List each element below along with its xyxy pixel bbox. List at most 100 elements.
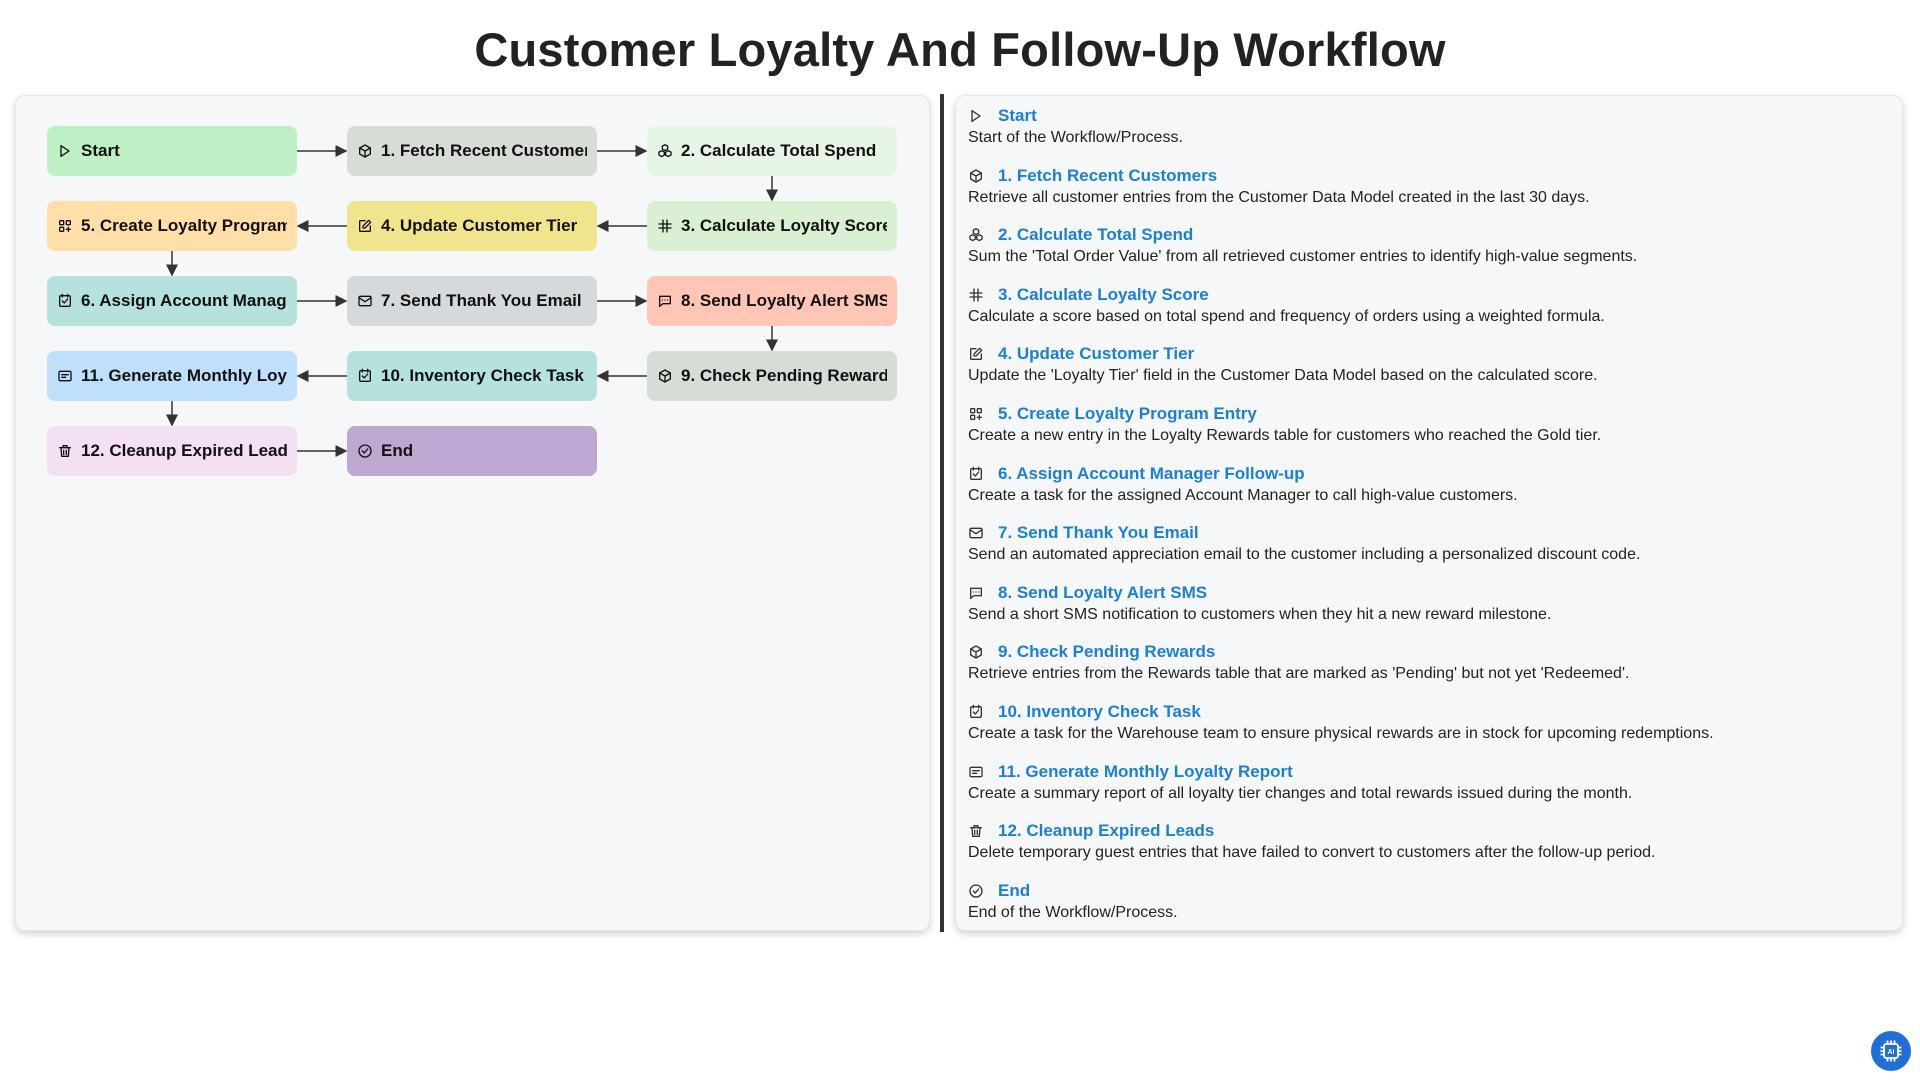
page-title: Customer Loyalty And Follow-Up Workflow [474,23,1446,76]
trash-icon [57,443,73,459]
node-label: 10. Inventory Check Task [381,366,584,385]
step-title[interactable]: 4. Update Customer Tier [998,344,1194,364]
step-item: 1. Fetch Recent Customers Retrieve all cu… [968,166,1888,208]
step-item: 11. Generate Monthly Loyalty Report Creat… [968,762,1888,804]
grid-icon [57,218,73,234]
step-header: End [968,881,1888,901]
step-header: 9. Check Pending Rewards [968,642,1888,662]
step-description: End of the Workflow/Process. [968,903,1178,921]
ai-badge-button[interactable]: AI [1871,1031,1911,1071]
step-title[interactable]: 7. Send Thank You Email [998,523,1199,543]
node-label: 11. Generate Monthly Loyalty Report [81,366,287,385]
hash-icon [657,218,673,234]
node-step-1[interactable]: 1. Fetch Recent Customers [347,126,597,176]
mail-icon [968,525,984,541]
node-step-2[interactable]: 2. Calculate Total Spend [647,126,897,176]
step-header: 3. Calculate Loyalty Score [968,285,1888,305]
node-end[interactable]: End [347,426,597,476]
node-step-4[interactable]: 4. Update Customer Tier [347,201,597,251]
grid-icon [968,406,984,422]
step-description: Start of the Workflow/Process. [968,129,1183,146]
step-title[interactable]: 5. Create Loyalty Program Entry [998,404,1257,424]
step-title[interactable]: 12. Cleanup Expired Leads [998,821,1214,841]
step-header: 11. Generate Monthly Loyalty Report [968,762,1888,782]
step-description: Retrieve all customer entries from the C… [968,188,1590,206]
step-header: 10. Inventory Check Task [968,702,1888,722]
step-title[interactable]: 9. Check Pending Rewards [998,642,1215,662]
node-step-6[interactable]: 6. Assign Account Manager Follow-up [47,276,297,326]
step-description: Create a task for the assigned Account M… [968,486,1518,504]
step-item: 7. Send Thank You Email Send an automated… [968,523,1888,565]
node-label: End [381,441,414,460]
check-square-icon [357,368,373,384]
step-description: Update the 'Loyalty Tier' field in the C… [968,367,1598,385]
step-title[interactable]: 6. Assign Account Manager Follow-up [998,464,1305,484]
node-step-5[interactable]: 5. Create Loyalty Program Entry [47,201,297,251]
step-header: 6. Assign Account Manager Follow-up [968,464,1888,484]
message-icon [968,585,984,601]
step-item: 3. Calculate Loyalty Score Calculate a sc… [968,285,1888,327]
check-circle-icon [968,883,984,899]
node-step-10[interactable]: 10. Inventory Check Task [347,351,597,401]
edit-icon [968,346,984,362]
step-item: 8. Send Loyalty Alert SMS Send a short SM… [968,583,1888,625]
node-label: 5. Create Loyalty Program Entry [81,216,287,235]
step-header: Start [968,106,1888,126]
cube-icon [968,644,984,660]
step-description: Delete temporary guest entries that have… [968,844,1656,862]
trash-icon [968,823,984,839]
node-label: 8. Send Loyalty Alert SMS [681,291,887,310]
step-item: 12. Cleanup Expired Leads Delete temporar… [968,821,1888,863]
node-step-3[interactable]: 3. Calculate Loyalty Score [647,201,897,251]
step-description: Create a new entry in the Loyalty Reward… [968,427,1602,444]
step-title[interactable]: 11. Generate Monthly Loyalty Report [998,762,1293,782]
check-circle-icon [357,443,373,459]
node-label: 1. Fetch Recent Customers [381,141,587,160]
step-header: 5. Create Loyalty Program Entry [968,404,1888,424]
step-description: Retrieve entries from the Rewards table … [968,665,1630,683]
step-item: End End of the Workflow/Process. [968,881,1888,923]
cube-icon [657,368,673,384]
step-header: 4. Update Customer Tier [968,344,1888,364]
step-header: 1. Fetch Recent Customers [968,166,1888,186]
check-square-icon [968,466,984,482]
edit-icon [357,218,373,234]
cube-icon [968,168,984,184]
step-description: Create a task for the Warehouse team to … [968,725,1714,742]
report-icon [968,764,984,780]
step-item: 6. Assign Account Manager Follow-up Creat… [968,464,1888,506]
step-title[interactable]: 3. Calculate Loyalty Score [998,285,1209,305]
check-square-icon [57,293,73,309]
hash-icon [968,287,984,303]
mail-icon [357,293,373,309]
play-icon [968,108,984,124]
step-title[interactable]: 10. Inventory Check Task [998,702,1201,722]
node-step-7[interactable]: 7. Send Thank You Email [347,276,597,326]
node-start[interactable]: Start [47,126,297,176]
node-label: Start [81,141,120,160]
cubes-icon [657,143,673,159]
cubes-icon [968,227,984,243]
step-title[interactable]: 8. Send Loyalty Alert SMS [998,583,1207,603]
step-header: 7. Send Thank You Email [968,523,1888,543]
node-label: 2. Calculate Total Spend [681,141,877,160]
step-description: Calculate a score based on total spend a… [968,307,1605,325]
node-step-12[interactable]: 12. Cleanup Expired Leads [47,426,297,476]
diagram-panel: Start 1. Fetch Recent Customers 2. Calcula… [15,95,930,931]
step-item: 5. Create Loyalty Program Entry Create a … [968,404,1888,446]
node-step-8[interactable]: 8. Send Loyalty Alert SMS [647,276,897,326]
step-header: 2. Calculate Total Spend [968,225,1888,245]
step-header: 8. Send Loyalty Alert SMS [968,583,1888,603]
node-label: 9. Check Pending Rewards [681,366,887,385]
node-step-11[interactable]: 11. Generate Monthly Loyalty Report [47,351,297,401]
node-step-9[interactable]: 9. Check Pending Rewards [647,351,897,401]
step-title[interactable]: 1. Fetch Recent Customers [998,166,1217,186]
node-label: 4. Update Customer Tier [381,216,578,235]
ai-chip-icon: AI [1877,1037,1905,1065]
step-item: 2. Calculate Total Spend Sum the 'Total O… [968,225,1888,267]
step-title[interactable]: Start [998,106,1037,126]
step-title[interactable]: End [998,881,1030,901]
node-label: 12. Cleanup Expired Leads [81,441,287,460]
node-label: 3. Calculate Loyalty Score [681,216,887,235]
step-title[interactable]: 2. Calculate Total Spend [998,225,1193,245]
